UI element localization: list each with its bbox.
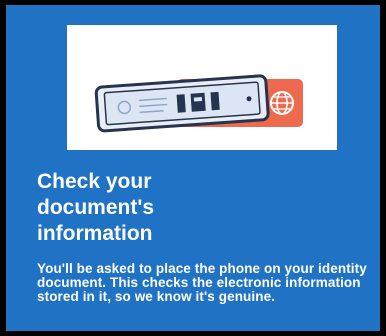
description-text: You'll be asked to place the phone on yo… bbox=[37, 261, 367, 304]
phone-on-passport-illustration bbox=[94, 74, 303, 133]
page-title: Check your document's information bbox=[37, 170, 155, 245]
illustration-card bbox=[67, 25, 337, 150]
onboarding-screen: Check your document's information You'll… bbox=[6, 5, 380, 331]
